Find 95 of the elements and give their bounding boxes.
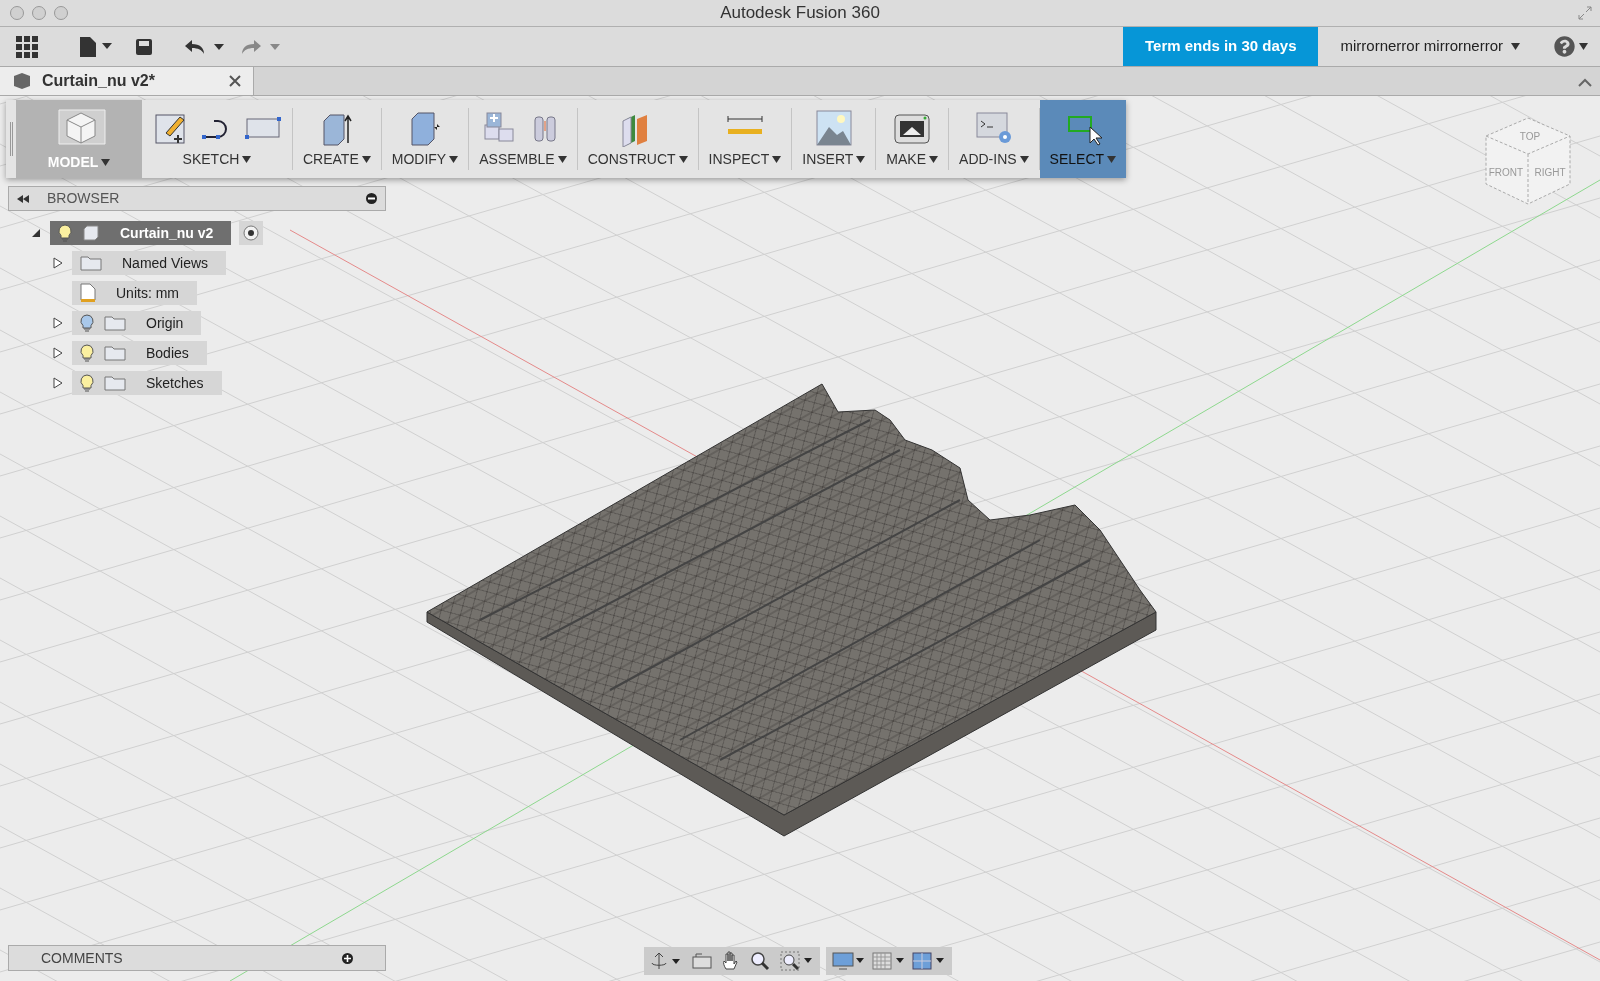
tree-item-label: Named Views bbox=[121, 253, 210, 273]
viewports-icon[interactable] bbox=[912, 952, 946, 970]
view-cube-right-label: RIGHT bbox=[1534, 167, 1566, 178]
caret-icon bbox=[449, 155, 459, 163]
caret-icon bbox=[929, 155, 939, 163]
caret-icon bbox=[242, 155, 252, 163]
ribbon-group[interactable]: CREATE bbox=[293, 100, 381, 178]
tree-item[interactable]: Bodies bbox=[72, 341, 207, 365]
lightbulb-icon[interactable] bbox=[80, 344, 94, 362]
activate-radio-icon[interactable] bbox=[243, 225, 260, 241]
caret-icon bbox=[772, 155, 782, 163]
caret-icon bbox=[101, 158, 111, 166]
tree-item[interactable]: Named Views bbox=[72, 251, 227, 275]
save-icon[interactable] bbox=[136, 38, 152, 55]
lightbulb-icon[interactable] bbox=[80, 314, 94, 332]
expand-toggle-icon[interactable] bbox=[53, 347, 63, 359]
orbit-icon[interactable] bbox=[650, 952, 682, 970]
document-tab-label: Curtain_nu v2* bbox=[42, 71, 156, 91]
ribbon-group[interactable]: ASSEMBLE bbox=[469, 100, 577, 178]
caret-icon bbox=[1107, 155, 1117, 163]
user-menu[interactable]: mirrornerror mirrornerror bbox=[1318, 35, 1542, 58]
look-at-icon[interactable] bbox=[692, 953, 712, 969]
ribbon-group[interactable]: CONSTRUCT bbox=[577, 100, 698, 178]
view-cube-top-label: TOP bbox=[1519, 131, 1541, 142]
help-menu-button[interactable] bbox=[1554, 36, 1588, 57]
caret-icon bbox=[856, 155, 866, 163]
ribbon-group-label[interactable]: INSERT bbox=[802, 148, 866, 170]
tree-item[interactable]: Units: mm bbox=[72, 281, 197, 305]
ribbon-group-label[interactable]: SKETCH bbox=[182, 148, 252, 170]
caret-icon bbox=[1511, 43, 1520, 50]
tree-item-label: Bodies bbox=[145, 343, 190, 363]
tree-item[interactable]: Curtain_nu v2 bbox=[50, 221, 232, 245]
monitor-icon[interactable] bbox=[832, 952, 866, 970]
ribbon-group[interactable]: MAKE bbox=[876, 100, 949, 178]
expand-toggle-icon[interactable] bbox=[53, 257, 63, 269]
collapse-panel-icon[interactable] bbox=[17, 194, 29, 203]
folder-icon bbox=[104, 345, 126, 361]
zoom-window-icon[interactable] bbox=[780, 951, 814, 971]
ribbon-group-label[interactable]: MAKE bbox=[886, 148, 939, 170]
ribbon-group[interactable]: ADD-INS bbox=[949, 100, 1039, 178]
pan-hand-icon[interactable] bbox=[722, 951, 740, 971]
close-icon[interactable] bbox=[229, 75, 241, 87]
app-grid-icon[interactable] bbox=[16, 35, 38, 58]
collapse-chevron-icon[interactable] bbox=[1578, 78, 1592, 87]
document-tab[interactable]: Curtain_nu v2* bbox=[0, 67, 254, 95]
ribbon-group-label[interactable]: ASSEMBLE bbox=[479, 148, 567, 170]
grid-icon[interactable] bbox=[872, 952, 906, 970]
lightbulb-icon[interactable] bbox=[58, 224, 72, 242]
ribbon-group-label[interactable]: MODIFY bbox=[391, 148, 459, 170]
zoom-icon[interactable] bbox=[750, 951, 770, 971]
ribbon-group-label[interactable]: CONSTRUCT bbox=[587, 148, 688, 170]
ribbon-group[interactable]: INSERT bbox=[792, 100, 876, 178]
component-icon bbox=[12, 72, 32, 90]
caret-icon bbox=[1019, 155, 1029, 163]
tree-item-label: Origin bbox=[145, 313, 185, 333]
ribbon-group-label[interactable]: INSPECT bbox=[708, 148, 782, 170]
caret-icon bbox=[361, 155, 371, 163]
ribbon-group[interactable]: SELECT bbox=[1039, 100, 1127, 178]
folder-icon bbox=[80, 255, 102, 271]
folder-icon bbox=[104, 375, 126, 391]
caret-icon bbox=[1579, 43, 1588, 50]
ribbon-group[interactable]: INSPECT bbox=[698, 100, 792, 178]
ribbon-group-label[interactable]: CREATE bbox=[303, 148, 371, 170]
tree-item-label: Units: mm bbox=[115, 283, 180, 303]
ribbon-group-label[interactable]: ADD-INS bbox=[959, 148, 1029, 170]
drag-handle[interactable] bbox=[9, 122, 13, 156]
undo-icon[interactable] bbox=[184, 37, 226, 56]
tree-item[interactable]: Origin bbox=[72, 311, 202, 335]
ribbon-group-label[interactable]: SELECT bbox=[1049, 148, 1117, 170]
folder-icon bbox=[104, 315, 126, 331]
component-icon bbox=[82, 225, 100, 241]
caret-icon bbox=[557, 155, 567, 163]
collapse-toggle-icon[interactable] bbox=[31, 228, 41, 238]
ribbon-group[interactable]: SKETCH bbox=[142, 100, 292, 178]
wavy-mesh-model-drawing[interactable] bbox=[426, 383, 1157, 837]
caret-icon bbox=[678, 155, 688, 163]
view-cube-front-label: FRONT bbox=[1488, 167, 1524, 178]
browser-title: BROWSER bbox=[47, 189, 121, 208]
file-menu-icon[interactable] bbox=[80, 36, 114, 57]
redo-icon[interactable] bbox=[240, 37, 282, 56]
fullscreen-icon[interactable] bbox=[1578, 6, 1592, 20]
document-ruler-icon bbox=[80, 283, 96, 303]
help-icon bbox=[1554, 36, 1575, 57]
expand-toggle-icon[interactable] bbox=[53, 317, 63, 329]
tree-item[interactable]: Sketches bbox=[72, 371, 222, 395]
window-title: Autodesk Fusion 360 bbox=[720, 2, 880, 25]
comments-title: COMMENTS bbox=[41, 948, 124, 968]
expand-plus-icon[interactable] bbox=[342, 952, 353, 964]
tree-item-label: Sketches bbox=[145, 373, 205, 393]
image-icon[interactable] bbox=[814, 108, 853, 147]
lightbulb-icon[interactable] bbox=[80, 374, 94, 392]
expand-toggle-icon[interactable] bbox=[53, 377, 63, 389]
ribbon-group[interactable]: MODIFY bbox=[381, 100, 469, 178]
tree-item-label: Curtain_nu v2 bbox=[119, 223, 215, 243]
minimize-icon[interactable] bbox=[366, 193, 377, 204]
